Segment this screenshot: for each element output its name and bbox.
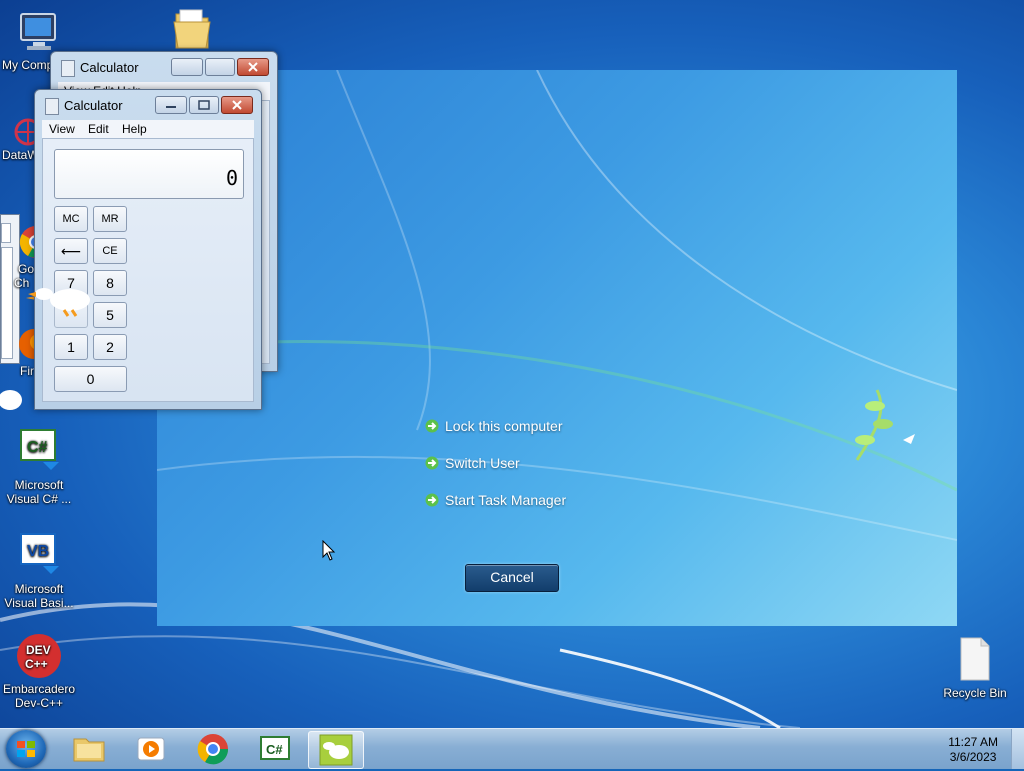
cancel-button[interactable]: Cancel <box>465 564 559 592</box>
taskbar-visual-csharp[interactable]: C# <box>248 731 302 767</box>
birds-branch-icon <box>855 389 915 461</box>
clock-time: 11:27 AM <box>948 735 998 749</box>
option-label: Lock this computer <box>445 418 563 434</box>
digit-8-button[interactable]: 8 <box>93 270 127 296</box>
maximize-icon <box>198 100 210 110</box>
ce-button[interactable]: CE <box>93 238 127 264</box>
window-title: Calculator <box>64 98 123 113</box>
computer-icon <box>15 8 63 56</box>
menu-help[interactable]: Help <box>122 122 147 136</box>
chrome-icon <box>197 734 229 765</box>
green-arrow-icon <box>425 419 439 433</box>
desktop-icon-label: Microsoft <box>14 478 64 492</box>
digit-0-button[interactable]: 0 <box>54 366 127 392</box>
desktop-icon-label-2: Visual Basi... <box>4 596 74 610</box>
desktop-icon-label: Microsoft <box>14 582 64 596</box>
svg-text:C#: C# <box>27 439 48 456</box>
calculator-body: 0 MC MR ⟵ CE 7 8 5 1 2 0 <box>42 138 254 402</box>
title-bar[interactable]: Calculator <box>35 90 261 120</box>
desktop-icon-visual-csharp[interactable]: C# Microsoft Visual C# ... <box>0 428 78 506</box>
close-button[interactable] <box>221 96 253 114</box>
taskbar-explorer[interactable] <box>62 731 116 767</box>
minimize-button[interactable] <box>155 96 187 114</box>
switch-user-option[interactable]: Switch User <box>425 455 520 471</box>
desktop-icon-recycle-bin[interactable]: Recycle Bin <box>936 636 1014 700</box>
devcpp-icon: DEV C++ <box>15 632 63 680</box>
menu-bar: View Edit Help <box>42 120 254 138</box>
folder-icon[interactable] <box>172 6 212 50</box>
mouse-cursor-icon <box>322 540 336 561</box>
mc-button[interactable]: MC <box>54 206 88 232</box>
close-button[interactable] <box>237 58 269 76</box>
green-arrow-icon <box>425 456 439 470</box>
media-player-icon <box>137 737 165 761</box>
taskbar-desktop-goose[interactable] <box>308 731 364 769</box>
svg-text:VB: VB <box>27 543 49 560</box>
lock-computer-option[interactable]: Lock this computer <box>425 418 563 434</box>
visual-csharp-icon: C# <box>260 736 290 760</box>
close-icon <box>248 62 258 72</box>
maximize-button[interactable] <box>205 58 235 76</box>
windows-logo-icon <box>17 741 35 757</box>
show-desktop-button[interactable] <box>1011 729 1024 769</box>
goose-icon <box>319 734 353 766</box>
display-value: 0 <box>225 166 238 190</box>
taskbar-chrome[interactable] <box>186 731 240 767</box>
visual-basic-icon: VB <box>15 532 63 580</box>
option-label: Start Task Manager <box>445 492 567 508</box>
close-icon <box>232 100 242 110</box>
svg-text:DEV: DEV <box>26 643 51 657</box>
clock-date: 3/6/2023 <box>949 750 997 764</box>
desktop: My Comp DataW Go Ch Fir C# Microsoft Vis… <box>0 0 1024 728</box>
calculator-window[interactable]: Calculator View Edit Help 0 MC MR ⟵ CE 7 <box>34 89 262 410</box>
digit-5-button[interactable]: 5 <box>93 302 127 328</box>
taskbar-media-player[interactable] <box>124 731 178 767</box>
minimize-button[interactable] <box>171 58 203 76</box>
cloud-icon <box>0 384 24 414</box>
desktop-icon-devcpp[interactable]: DEV C++ Embarcadero Dev-C++ <box>0 632 78 710</box>
minimize-icon <box>166 106 176 108</box>
menu-edit[interactable]: Edit <box>88 122 109 136</box>
desktop-icon-visual-basic[interactable]: VB Microsoft Visual Basi... <box>0 532 78 610</box>
visual-csharp-icon: C# <box>15 428 63 476</box>
svg-text:C#: C# <box>266 742 283 757</box>
taskbar: C# 11:27 AM 3/6/2023 <box>0 728 1024 769</box>
title-bar[interactable]: Calculator <box>51 52 277 82</box>
green-arrow-icon <box>425 493 439 507</box>
window-title: Calculator <box>80 60 139 75</box>
digit-1-button[interactable]: 1 <box>54 334 88 360</box>
mr-button[interactable]: MR <box>93 206 127 232</box>
calculator-icon <box>61 60 75 77</box>
desktop-icon-label: Embarcadero <box>2 682 76 696</box>
backspace-button[interactable]: ⟵ <box>54 238 88 264</box>
folder-icon <box>73 738 105 762</box>
calculator-icon <box>45 98 59 115</box>
svg-text:C++: C++ <box>25 657 48 671</box>
start-task-manager-option[interactable]: Start Task Manager <box>425 492 566 508</box>
start-button[interactable] <box>6 730 46 768</box>
recycle-bin-icon <box>951 636 999 684</box>
desktop-icon-label-2: Visual C# ... <box>6 492 72 506</box>
maximize-button[interactable] <box>189 96 219 114</box>
system-clock[interactable]: 11:27 AM 3/6/2023 <box>948 735 998 765</box>
menu-view[interactable]: View <box>49 122 75 136</box>
goose-icon <box>24 284 94 324</box>
desktop-icon-label-2: Dev-C++ <box>14 696 64 710</box>
option-label: Switch User <box>445 455 520 471</box>
digit-2-button[interactable]: 2 <box>93 334 127 360</box>
calculator-display: 0 <box>54 149 244 199</box>
desktop-icon-label: Recycle Bin <box>943 686 1007 700</box>
